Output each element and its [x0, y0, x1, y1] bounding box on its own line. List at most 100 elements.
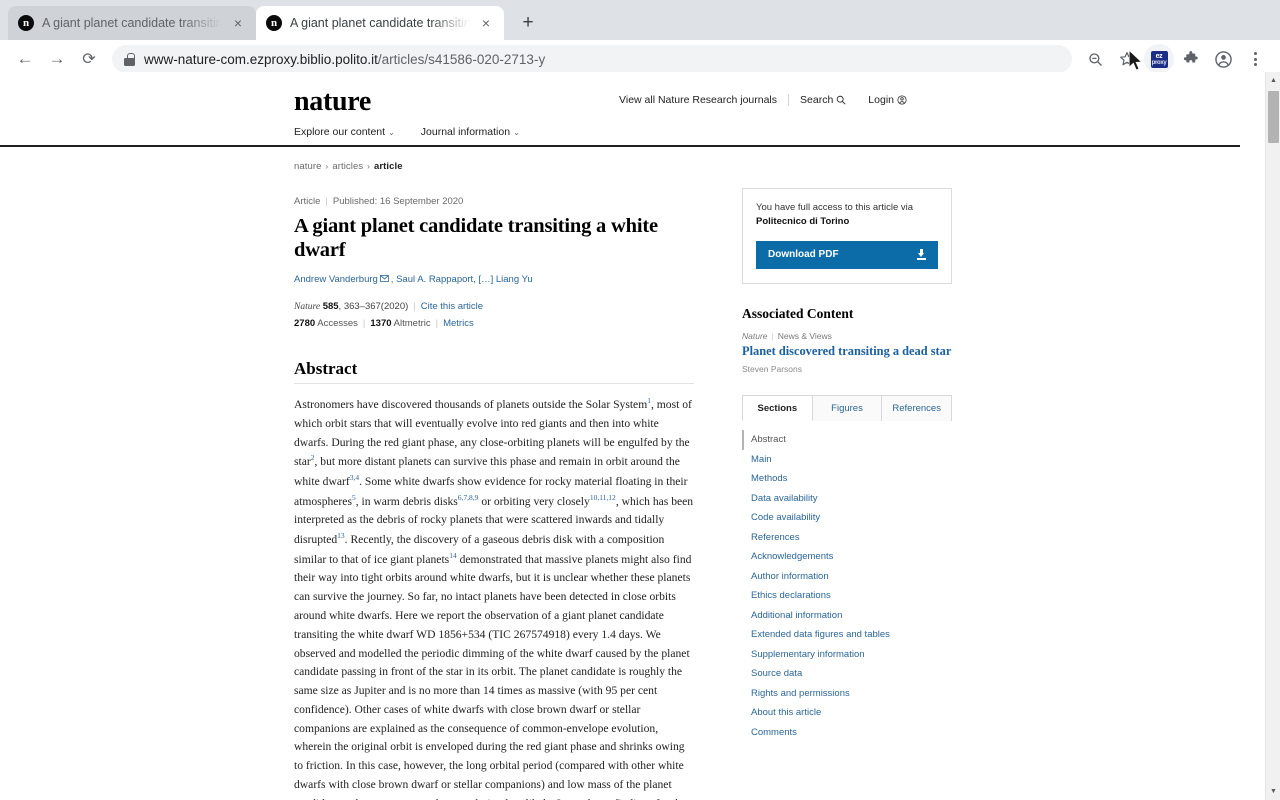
- breadcrumb-separator: ›: [325, 162, 329, 171]
- ref-link[interactable]: 13: [337, 531, 345, 540]
- associated-article-link[interactable]: Planet discovered transiting a dead star: [742, 344, 952, 359]
- ref-link[interactable]: 10,11,12: [590, 493, 616, 502]
- citation-line: Nature 585, 363–367(2020) | Cite this arti…: [294, 301, 694, 312]
- scrollbar-thumb[interactable]: [1268, 91, 1279, 143]
- metrics-divider: |: [435, 317, 439, 329]
- tab-close-icon[interactable]: ×: [230, 15, 246, 31]
- nature-favicon-icon: n: [18, 15, 34, 31]
- nav-explore-our-content[interactable]: Explore our content ⌄: [294, 126, 395, 138]
- tab-figures[interactable]: Figures: [812, 395, 883, 422]
- browser-tab-1[interactable]: n A giant planet candidate transiting a …: [8, 6, 256, 40]
- url-text: www-nature-com.ezproxy.biblio.polito.it/…: [144, 52, 545, 67]
- author-lead-link[interactable]: Andrew Vanderburg: [294, 274, 378, 285]
- scroll-up-arrow-icon[interactable]: ▲: [1266, 72, 1280, 89]
- section-link-main[interactable]: Main: [742, 450, 952, 470]
- browser-tab-2[interactable]: n A giant planet candidate transiting a …: [256, 6, 504, 40]
- address-bar[interactable]: www-nature-com.ezproxy.biblio.polito.it/…: [112, 45, 1072, 73]
- reference-marker[interactable]: 14: [449, 551, 457, 560]
- kicker-divider: |: [325, 196, 328, 207]
- search-link[interactable]: Search: [788, 94, 857, 106]
- download-icon: [917, 249, 926, 260]
- forward-button[interactable]: →: [42, 44, 72, 74]
- profile-avatar-icon[interactable]: [1208, 44, 1238, 74]
- section-link-code-availability[interactable]: Code availability: [742, 509, 952, 529]
- chrome-menu-icon[interactable]: [1240, 44, 1270, 74]
- author-list: Andrew Vanderburg , Saul A. Rappaport, [……: [294, 273, 694, 287]
- section-link-methods[interactable]: Methods: [742, 469, 952, 489]
- author-rest[interactable]: , Saul A. Rappaport, […] Liang Yu: [391, 274, 533, 285]
- abstract-part: , in warm debris disks: [355, 494, 458, 508]
- back-button[interactable]: ←: [10, 44, 40, 74]
- article-type: Article: [294, 196, 321, 207]
- zoom-out-icon[interactable]: [1080, 44, 1110, 74]
- section-link-acknowledgements[interactable]: Acknowledgements: [742, 548, 952, 568]
- reference-marker[interactable]: 10,11,12: [590, 493, 616, 502]
- section-link-extended-data[interactable]: Extended data figures and tables: [742, 626, 952, 646]
- accesses-label: Accesses: [317, 317, 358, 329]
- nav-label: Explore our content: [294, 126, 386, 138]
- published-date: 16 September 2020: [379, 196, 464, 207]
- section-link-references[interactable]: References: [742, 528, 952, 548]
- email-envelope-icon[interactable]: [379, 275, 389, 283]
- abstract-divider: [294, 382, 694, 384]
- login-link[interactable]: Login: [857, 94, 918, 106]
- associated-journal: Nature: [742, 330, 768, 341]
- abstract-text: Astronomers have discovered thousands of…: [294, 395, 694, 800]
- institution-name: Politecnico di Torino: [756, 216, 850, 228]
- ezproxy-sub-label: proxy: [1151, 60, 1167, 66]
- metrics-divider: |: [362, 317, 366, 329]
- ezproxy-badge: ez proxy: [1150, 50, 1168, 68]
- scroll-down-arrow-icon[interactable]: ▼: [1266, 783, 1280, 800]
- download-pdf-button[interactable]: Download PDF: [756, 240, 938, 269]
- article-sidebar: You have full access to this article via…: [742, 172, 953, 800]
- nav-label: Journal information: [420, 126, 511, 138]
- extensions-puzzle-icon[interactable]: [1176, 44, 1206, 74]
- browser-window: n A giant planet candidate transiting a …: [0, 0, 1280, 800]
- section-link-comments[interactable]: Comments: [742, 723, 952, 743]
- article-column: Article | Published: 16 September 2020 A g…: [294, 172, 694, 800]
- cite-this-article-link[interactable]: Cite this article: [421, 301, 483, 312]
- site-header: nature View all Nature Research journals…: [0, 72, 1240, 147]
- tab-references[interactable]: References: [882, 395, 953, 422]
- download-pdf-label: Download PDF: [768, 249, 839, 260]
- reference-marker[interactable]: 6,7,8,9: [458, 493, 479, 502]
- tab-sections[interactable]: Sections: [742, 395, 813, 422]
- section-link-ethics-declarations[interactable]: Ethics declarations: [742, 587, 952, 607]
- page-scrollbar[interactable]: ▲ ▼: [1265, 72, 1280, 800]
- ref-link[interactable]: 3,4: [350, 473, 359, 482]
- section-link-data-availability[interactable]: Data availability: [742, 489, 952, 509]
- reference-marker[interactable]: 3,4: [350, 473, 359, 482]
- altmetric-count: 1370: [370, 317, 392, 329]
- reference-marker[interactable]: 13: [337, 531, 345, 540]
- ref-link[interactable]: 6,7,8,9: [458, 493, 479, 502]
- section-link-supplementary-information[interactable]: Supplementary information: [742, 645, 952, 665]
- url-host: www-nature-com.ezproxy.biblio.polito.it: [144, 51, 378, 67]
- reload-button[interactable]: ⟳: [74, 44, 104, 74]
- breadcrumb-nature[interactable]: nature: [294, 161, 322, 172]
- associated-meta: Nature | News & Views: [742, 331, 952, 341]
- journal-name: Nature: [294, 301, 321, 312]
- section-link-about-this-article[interactable]: About this article: [742, 704, 952, 724]
- view-all-journals-link[interactable]: View all Nature Research journals: [608, 94, 788, 106]
- ezproxy-extension-icon[interactable]: ez proxy: [1144, 44, 1174, 74]
- scrollbar-track[interactable]: [1266, 89, 1280, 783]
- accesses-count: 2780: [294, 317, 316, 329]
- tab-strip: n A giant planet candidate transiting a …: [0, 0, 1280, 40]
- tab-close-icon[interactable]: ×: [478, 15, 494, 31]
- metrics-link[interactable]: Metrics: [443, 318, 474, 329]
- section-link-additional-information[interactable]: Additional information: [742, 606, 952, 626]
- section-link-abstract[interactable]: Abstract: [742, 430, 952, 450]
- breadcrumb-separator: ›: [367, 162, 370, 171]
- section-link-source-data[interactable]: Source data: [742, 665, 952, 685]
- bookmark-star-icon[interactable]: [1112, 44, 1142, 74]
- section-link-rights-and-permissions[interactable]: Rights and permissions: [742, 684, 952, 704]
- published-label: Published:: [332, 196, 378, 207]
- new-tab-button[interactable]: +: [514, 9, 542, 37]
- breadcrumb-articles[interactable]: articles: [332, 161, 363, 172]
- page-title: A giant planet candidate transiting a wh…: [294, 215, 658, 262]
- ref-link[interactable]: 14: [449, 551, 457, 560]
- nature-logo[interactable]: nature: [294, 84, 371, 116]
- toolbar-icons: ez proxy: [1080, 44, 1270, 74]
- section-link-author-information[interactable]: Author information: [742, 567, 952, 587]
- nav-journal-information[interactable]: Journal information ⌄: [421, 126, 520, 138]
